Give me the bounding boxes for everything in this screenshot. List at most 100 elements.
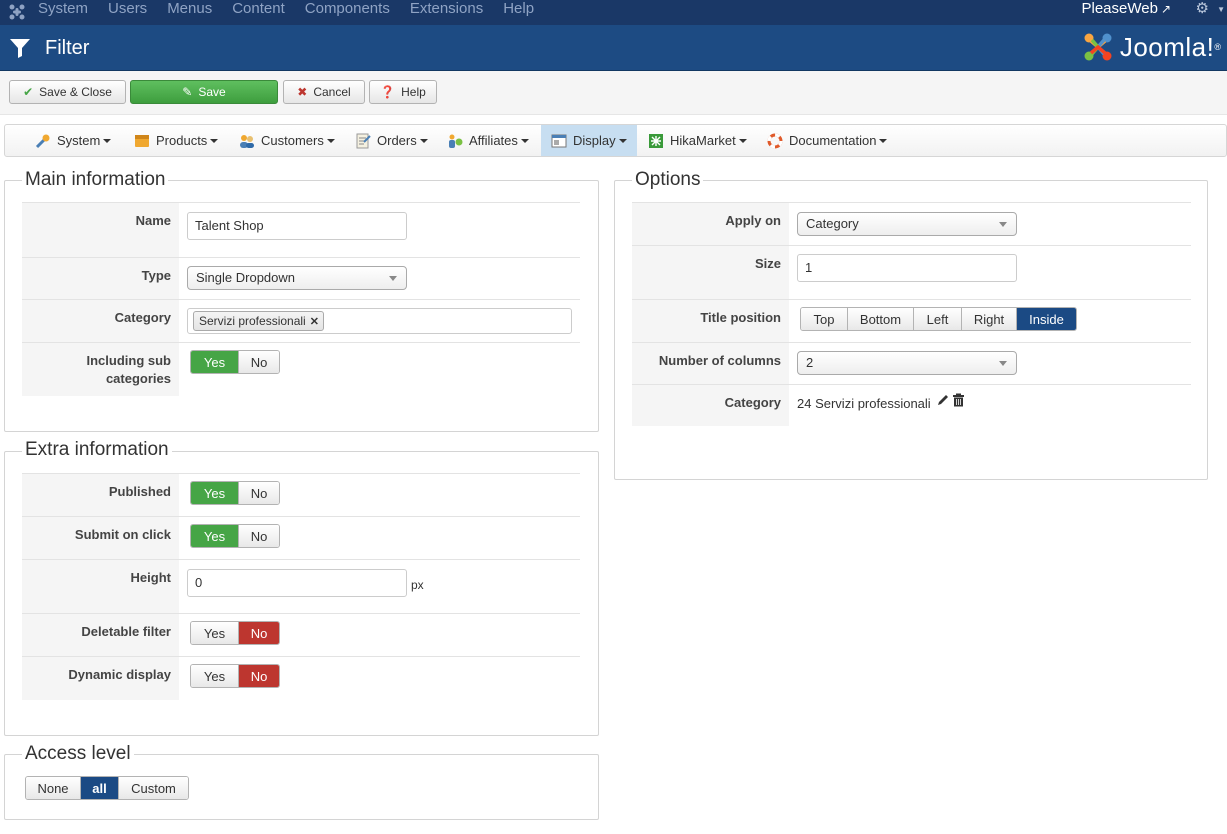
published-label: Published <box>22 474 179 517</box>
cancel-icon: ✖ <box>297 85 308 99</box>
published-no[interactable]: No <box>239 482 279 504</box>
height-input[interactable]: 0 <box>187 569 407 597</box>
display-icon <box>551 133 567 149</box>
size-input[interactable]: 1 <box>797 254 1017 282</box>
save-button[interactable]: ✎ Save <box>130 80 278 104</box>
submit-click-no[interactable]: No <box>239 525 279 547</box>
caret-down-icon <box>103 138 112 143</box>
type-select[interactable]: Single Dropdown <box>187 266 407 290</box>
size-label: Size <box>632 246 789 300</box>
include-sub-no[interactable]: No <box>239 351 279 373</box>
hikamenu-system-label: System <box>57 133 101 148</box>
options-category-value: 24 Servizi professionali <box>797 396 931 411</box>
hikamenu-orders[interactable]: Orders <box>355 125 428 156</box>
deletable-yes[interactable]: Yes <box>191 622 239 644</box>
caret-down-icon <box>419 138 428 143</box>
site-name: PleaseWeb <box>1081 0 1158 17</box>
admin-menu-users[interactable]: Users <box>108 0 147 25</box>
hikamenu-display-label: Display <box>573 133 616 148</box>
save-close-label: Save & Close <box>39 85 112 99</box>
admin-menu: System Users Menus Content Components Ex… <box>38 0 554 25</box>
hikamenu-customers[interactable]: Customers <box>239 125 335 156</box>
title-position-toggle[interactable]: Top Bottom Left Right Inside <box>800 307 1077 331</box>
admin-menu-system[interactable]: System <box>38 0 88 25</box>
columns-label: Number of columns <box>632 343 789 385</box>
include-sub-toggle[interactable]: Yes No <box>190 350 280 374</box>
registered-mark: ® <box>1214 42 1221 52</box>
include-sub-label: Including sub categories <box>22 343 179 396</box>
name-input[interactable]: Talent Shop <box>187 212 407 240</box>
extra-information-legend: Extra information <box>22 439 172 461</box>
access-all[interactable]: all <box>81 777 119 799</box>
hikamenu-affiliates[interactable]: Affiliates <box>447 125 529 156</box>
submit-click-toggle[interactable]: Yes No <box>190 524 280 548</box>
access-custom[interactable]: Custom <box>119 777 188 799</box>
title-pos-inside[interactable]: Inside <box>1017 308 1076 330</box>
joomla-icon[interactable] <box>8 3 26 21</box>
chevron-down-icon[interactable]: ▼ <box>1217 5 1225 14</box>
gear-icon[interactable]: ⚙ <box>1196 0 1209 17</box>
caret-down-icon <box>879 138 888 143</box>
published-yes[interactable]: Yes <box>191 482 239 504</box>
hikamenu-products[interactable]: Products <box>134 125 219 156</box>
hikamenu-affiliates-label: Affiliates <box>469 133 518 148</box>
hikamenu-products-label: Products <box>156 133 208 148</box>
title-pos-right[interactable]: Right <box>962 308 1017 330</box>
title-pos-top[interactable]: Top <box>801 308 848 330</box>
deletable-no[interactable]: No <box>239 622 279 644</box>
joomla-logo: Joomla! ® <box>1082 30 1221 64</box>
dynamic-no[interactable]: No <box>239 665 279 687</box>
lifebuoy-icon <box>767 133 783 149</box>
joomla-logo-icon <box>1084 33 1112 61</box>
dynamic-yes[interactable]: Yes <box>191 665 239 687</box>
columns-select[interactable]: 2 <box>797 351 1017 375</box>
deletable-label: Deletable filter <box>22 614 179 657</box>
cancel-button[interactable]: ✖ Cancel <box>283 80 365 104</box>
admin-menu-components[interactable]: Components <box>305 0 390 25</box>
category-tag: Servizi professionali ✕ <box>193 311 324 331</box>
dynamic-toggle[interactable]: Yes No <box>190 664 280 688</box>
deletable-toggle[interactable]: Yes No <box>190 621 280 645</box>
columns-value: 2 <box>806 355 814 370</box>
site-link[interactable]: PleaseWeb ↗ <box>1082 0 1172 18</box>
title-position-label: Title position <box>632 300 789 343</box>
admin-menu-help[interactable]: Help <box>503 0 534 25</box>
access-none[interactable]: None <box>26 777 81 799</box>
edit-icon: ✎ <box>182 85 193 99</box>
submit-click-row: Submit on click <box>22 516 580 560</box>
category-label: Category <box>22 300 179 343</box>
box-icon <box>134 133 150 149</box>
close-icon[interactable]: ✕ <box>310 316 319 328</box>
hikamenu-documentation[interactable]: Documentation <box>767 125 888 156</box>
height-unit: px <box>411 578 424 592</box>
apply-on-select[interactable]: Category <box>797 212 1017 236</box>
chevron-down-icon <box>999 361 1007 366</box>
access-level-legend: Access level <box>22 743 134 765</box>
title-pos-bottom[interactable]: Bottom <box>848 308 914 330</box>
joomla-logo-text: Joomla! <box>1119 32 1215 62</box>
question-icon: ❓ <box>380 85 396 99</box>
apply-on-value: Category <box>806 216 859 231</box>
admin-menu-menus[interactable]: Menus <box>167 0 212 25</box>
title-pos-left[interactable]: Left <box>914 308 962 330</box>
admin-menu-extensions[interactable]: Extensions <box>410 0 483 25</box>
hikamenu-hikamarket[interactable]: HikaMarket <box>648 125 747 156</box>
hikamenu-system[interactable]: System <box>35 125 112 156</box>
check-icon: ✔ <box>23 85 34 99</box>
submit-click-yes[interactable]: Yes <box>191 525 239 547</box>
published-toggle[interactable]: Yes No <box>190 481 280 505</box>
access-level-toggle[interactable]: None all Custom <box>25 776 189 800</box>
admin-menu-content[interactable]: Content <box>232 0 285 25</box>
save-close-button[interactable]: ✔ Save & Close <box>9 80 126 104</box>
external-link-icon: ↗ <box>1160 2 1171 16</box>
pencil-icon[interactable] <box>936 393 950 407</box>
published-row: Published <box>22 473 580 517</box>
hikamenu-display[interactable]: Display <box>541 125 637 156</box>
chevron-down-icon <box>389 276 397 281</box>
help-button[interactable]: ❓ Help <box>369 80 437 104</box>
caret-down-icon <box>738 138 747 143</box>
options-legend: Options <box>632 169 704 191</box>
trash-icon[interactable] <box>952 393 965 407</box>
include-sub-yes[interactable]: Yes <box>191 351 239 373</box>
page-title: Filter <box>45 37 90 59</box>
